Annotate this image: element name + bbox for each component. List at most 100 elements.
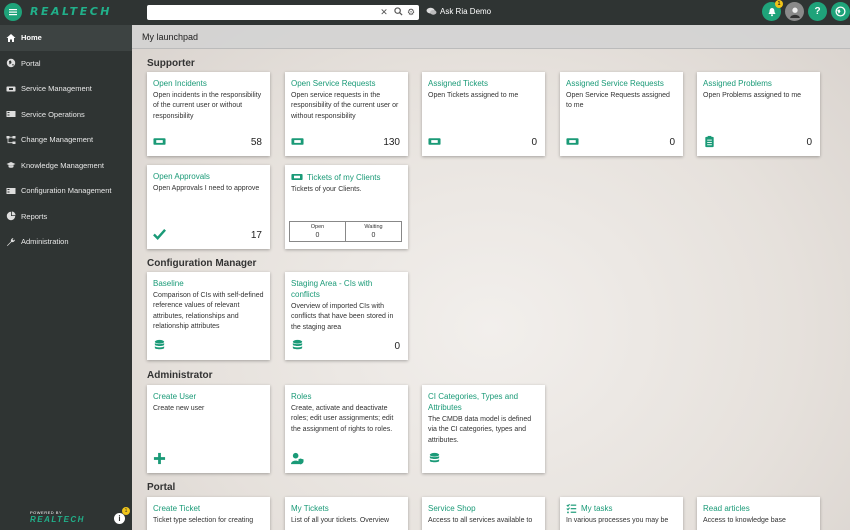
sidebar-item-change-management[interactable]: Change Management: [0, 127, 132, 153]
globe-icon: [6, 59, 16, 68]
help-icon[interactable]: ?: [808, 2, 827, 21]
server-icon: [6, 111, 16, 118]
card-title: Open Service Requests: [291, 79, 376, 88]
database-icon: [429, 452, 440, 463]
card-description: The CMDB data model is defined via the C…: [428, 416, 532, 444]
plus-icon: [153, 452, 166, 465]
card-baseline[interactable]: Baseline Comparison of CIs with self-def…: [147, 272, 270, 360]
card-title: Staging Area - CIs with conflicts: [291, 279, 373, 299]
gear-icon[interactable]: ⚙: [406, 7, 416, 17]
waiting-value: 0: [371, 232, 376, 239]
task-list-icon: [566, 503, 577, 514]
card-description: In various processes you may be: [566, 517, 669, 524]
card-description: Create, activate and deactivate roles; e…: [291, 405, 394, 433]
user-shield-icon: [291, 452, 304, 465]
checkmark-icon: [153, 229, 166, 240]
globe-icon[interactable]: [831, 2, 850, 21]
section-title-portal: Portal: [147, 482, 176, 493]
card-roles[interactable]: Roles Create, activate and deactivate ro…: [285, 385, 408, 473]
database-icon: [154, 339, 165, 350]
card-description: Open Service Requests assigned to me: [566, 92, 670, 110]
card-ci-categories[interactable]: CI Categories, Types and Attributes The …: [422, 385, 545, 473]
card-description: Access to all services available to: [428, 517, 533, 524]
ticket-icon: [428, 138, 441, 145]
sidebar-item-label: Home: [21, 33, 42, 43]
card-assigned-tickets[interactable]: Assigned Tickets Open Tickets assigned t…: [422, 72, 545, 156]
card-assigned-service-requests[interactable]: Assigned Service Requests Open Service R…: [560, 72, 683, 156]
sidebar-item-service-management[interactable]: Service Management: [0, 76, 132, 102]
card-count: 0: [394, 341, 400, 352]
menu-icon[interactable]: [4, 3, 22, 21]
card-count: 58: [250, 137, 262, 148]
wrench-icon: [7, 237, 15, 246]
card-description: Open service requests in the responsibil…: [291, 92, 399, 120]
launchpad: My launchpad Supporter Open Incidents Op…: [132, 25, 850, 530]
bell-icon[interactable]: 1: [762, 0, 783, 21]
card-assigned-problems[interactable]: Assigned Problems Open Problems assigned…: [697, 72, 820, 156]
card-title: Create Ticket: [153, 504, 201, 513]
card-open-incidents[interactable]: Open Incidents Open incidents in the res…: [147, 72, 270, 156]
server-icon: [6, 187, 16, 194]
app-logo[interactable]: REALTECH: [30, 5, 112, 18]
sidebar-item-knowledge-management[interactable]: Knowledge Management: [0, 153, 132, 179]
sidebar: Home Portal Service Management Service O…: [0, 25, 132, 530]
open-cell[interactable]: Open 0: [290, 222, 345, 241]
section-title-admin: Administrator: [147, 370, 213, 381]
powered-by-logo: REALTECH: [30, 515, 85, 524]
sidebar-item-configuration-management[interactable]: Configuration Management: [0, 178, 132, 204]
page-title: My launchpad: [142, 32, 199, 42]
card-title: Assigned Problems: [703, 79, 772, 88]
waiting-cell[interactable]: Waiting 0: [345, 222, 401, 241]
card-title: Assigned Tickets: [428, 79, 489, 88]
pie-chart-icon: [6, 211, 16, 221]
card-tickets-of-my-clients[interactable]: Tickets of my Clients Tickets of your Cl…: [285, 165, 408, 249]
ticket-summary: Open 0 Waiting 0: [289, 221, 402, 242]
sidebar-item-label: Portal: [21, 58, 41, 68]
sidebar-item-label: Configuration Management: [21, 186, 112, 196]
card-count: 130: [383, 137, 400, 148]
card-title: My tasks: [581, 504, 613, 513]
section-title-supporter: Supporter: [147, 58, 195, 69]
card-open-service-requests[interactable]: Open Service Requests Open service reque…: [285, 72, 408, 156]
card-title: CI Categories, Types and Attributes: [428, 392, 519, 412]
card-create-user[interactable]: Create User Create new user: [147, 385, 270, 473]
card-description: Ticket type selection for creating: [153, 517, 254, 524]
chat-icon: [426, 7, 437, 15]
card-staging-area[interactable]: Staging Area - CIs with conflicts Overvi…: [285, 272, 408, 360]
card-title: Open Approvals: [153, 172, 210, 181]
notification-badge: 1: [775, 0, 783, 8]
card-description: Create new user: [153, 405, 205, 412]
card-title-row: My tasks: [566, 503, 677, 514]
powered-by: POWERED BY REALTECH: [30, 510, 85, 524]
top-bar: REALTECH ✕ ⚙ Ask Ria Demo 1 ?: [0, 0, 850, 25]
ticket-icon: [291, 138, 304, 145]
clear-icon[interactable]: ✕: [379, 7, 389, 17]
card-read-articles[interactable]: Read articles Access to knowledge base: [697, 497, 820, 530]
clipboard-icon: [705, 135, 714, 148]
search-icon[interactable]: [393, 7, 403, 17]
ask-ria-button[interactable]: Ask Ria Demo: [426, 7, 491, 16]
card-title: Roles: [291, 392, 312, 401]
sidebar-item-portal[interactable]: Portal: [0, 51, 132, 77]
sidebar-item-label: Reports: [21, 211, 48, 221]
sidebar-item-service-operations[interactable]: Service Operations: [0, 102, 132, 128]
avatar[interactable]: [785, 2, 804, 21]
card-my-tasks[interactable]: My tasks In various processes you may be: [560, 497, 683, 530]
card-title: Baseline: [153, 279, 184, 288]
card-create-ticket[interactable]: Create Ticket Ticket type selection for …: [147, 497, 270, 530]
card-service-shop[interactable]: Service Shop Access to all services avai…: [422, 497, 545, 530]
card-title: Service Shop: [428, 504, 476, 513]
search-input[interactable]: ✕ ⚙: [147, 5, 419, 20]
ticket-icon: [566, 138, 579, 145]
card-description: Open Problems assigned to me: [703, 92, 802, 99]
card-open-approvals[interactable]: Open Approvals Open Approvals I need to …: [147, 165, 270, 249]
ticket-icon: [291, 174, 303, 180]
sidebar-item-administration[interactable]: Administration: [0, 229, 132, 255]
card-count: 0: [669, 137, 675, 148]
home-icon: [6, 33, 16, 42]
card-title: Assigned Service Requests: [566, 79, 664, 88]
card-my-tickets[interactable]: My Tickets List of all your tickets. Ove…: [285, 497, 408, 530]
sidebar-item-home[interactable]: Home: [0, 25, 132, 51]
card-description: Overview of imported CIs with conflicts …: [291, 303, 394, 331]
sidebar-item-reports[interactable]: Reports: [0, 204, 132, 230]
